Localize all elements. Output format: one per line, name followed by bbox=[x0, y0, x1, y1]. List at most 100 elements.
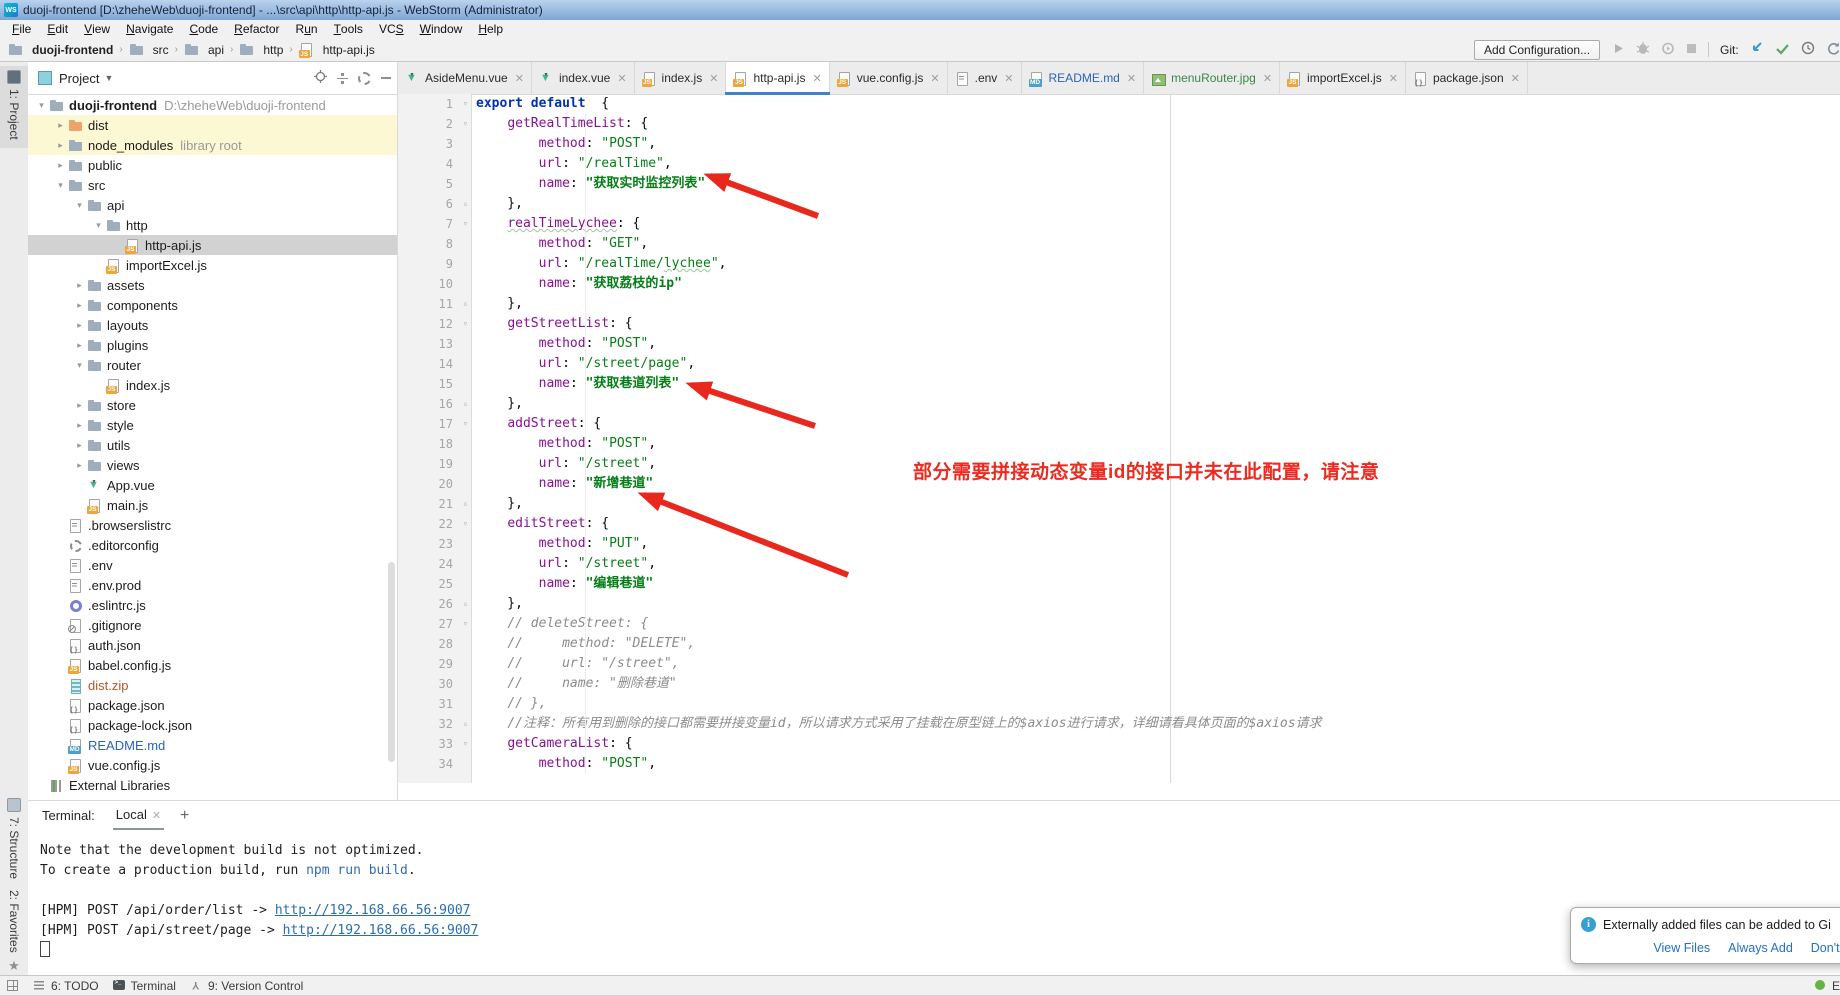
git-update-icon[interactable] bbox=[1750, 41, 1764, 58]
fold-marker-icon[interactable]: ▵ bbox=[463, 294, 468, 314]
notification-action-always-add[interactable]: Always Add bbox=[1728, 941, 1793, 955]
code-line[interactable]: method: "POST", bbox=[476, 334, 1840, 354]
notification-action-don-t-ask-agai[interactable]: Don't Ask Agai bbox=[1811, 941, 1840, 955]
chevron-right-icon[interactable]: ▸ bbox=[72, 440, 87, 451]
code-line[interactable]: name: "获取实时监控列表" bbox=[476, 174, 1840, 194]
chevron-right-icon[interactable]: ▸ bbox=[72, 280, 87, 291]
fold-marker-icon[interactable]: ▵ bbox=[463, 494, 468, 514]
menu-item-edit[interactable]: Edit bbox=[39, 20, 76, 38]
code-line[interactable]: url: "/street", bbox=[476, 554, 1840, 574]
code-line[interactable]: method: "POST", bbox=[476, 134, 1840, 154]
fold-marker-icon[interactable]: ▵ bbox=[463, 594, 468, 614]
tree-row-.env[interactable]: .env bbox=[28, 555, 397, 575]
chevron-down-icon[interactable]: ▾ bbox=[34, 100, 49, 111]
stripe-button-project[interactable]: 1: Project bbox=[0, 66, 28, 148]
tree-row-vue.config.js[interactable]: vue.config.js bbox=[28, 755, 397, 775]
coverage-icon[interactable] bbox=[1661, 42, 1675, 58]
tree-row-.browserslistrc[interactable]: .browserslistrc bbox=[28, 515, 397, 535]
tree-row-importExcel.js[interactable]: importExcel.js bbox=[28, 255, 397, 275]
tree-row-style[interactable]: ▸style bbox=[28, 415, 397, 435]
code-line[interactable]: editStreet: { bbox=[476, 514, 1840, 534]
tree-row-.gitignore[interactable]: .gitignore bbox=[28, 615, 397, 635]
fold-marker-icon[interactable]: ▿ bbox=[463, 94, 468, 114]
hide-panel-icon[interactable] bbox=[381, 77, 391, 79]
chevron-down-icon[interactable]: ▾ bbox=[91, 220, 106, 231]
code-line[interactable]: }, bbox=[476, 194, 1840, 214]
breadcrumb-item-http-api.js[interactable]: http-api.js bbox=[297, 42, 377, 57]
breadcrumb-item-duoji-frontend[interactable]: duoji-frontend bbox=[6, 42, 115, 57]
tree-row-.eslintrc.js[interactable]: .eslintrc.js bbox=[28, 595, 397, 615]
code-line[interactable]: name: "编辑巷道" bbox=[476, 574, 1840, 594]
tab-index.js[interactable]: index.js✕ bbox=[635, 62, 727, 94]
tree-row-main.js[interactable]: main.js bbox=[28, 495, 397, 515]
tree-row-layouts[interactable]: ▸layouts bbox=[28, 315, 397, 335]
statusbar-item-Terminal[interactable]: Terminal bbox=[113, 979, 176, 993]
tree-row-dist.zip[interactable]: dist.zip bbox=[28, 675, 397, 695]
tree-row-plugins[interactable]: ▸plugins bbox=[28, 335, 397, 355]
tree-row-views[interactable]: ▸views bbox=[28, 455, 397, 475]
code-line[interactable]: getCameraList: { bbox=[476, 734, 1840, 754]
close-icon[interactable]: ✕ bbox=[515, 72, 524, 85]
fold-marker-icon[interactable]: ▿ bbox=[463, 314, 468, 334]
statusbar-item-9: Version Control[interactable]: 9: Version Control bbox=[190, 979, 303, 993]
breadcrumb-item-src[interactable]: src bbox=[127, 42, 171, 57]
close-icon[interactable]: ✕ bbox=[1004, 72, 1013, 85]
code-line[interactable]: method: "POST", bbox=[476, 434, 1840, 454]
code-line[interactable]: addStreet: { bbox=[476, 414, 1840, 434]
menu-item-vcs[interactable]: VCS bbox=[371, 20, 412, 38]
fold-marker-icon[interactable]: ▿ bbox=[463, 214, 468, 234]
chevron-right-icon[interactable]: ▸ bbox=[72, 300, 87, 311]
menu-item-view[interactable]: View bbox=[76, 20, 118, 38]
title-bar[interactable]: WS duoji-frontend [D:\zheheWeb\duoji-fro… bbox=[0, 0, 1840, 20]
tree-row-assets[interactable]: ▸assets bbox=[28, 275, 397, 295]
code-line[interactable]: // url: "/street", bbox=[476, 654, 1840, 674]
close-icon[interactable]: ✕ bbox=[152, 810, 161, 822]
stripe-button-favorites[interactable]: 2: Favorites ★ bbox=[0, 890, 28, 974]
chevron-down-icon[interactable]: ▾ bbox=[72, 360, 87, 371]
menu-item-code[interactable]: Code bbox=[181, 20, 226, 38]
fold-marker-icon[interactable]: ▿ bbox=[463, 734, 468, 754]
code-line[interactable]: getStreetList: { bbox=[476, 314, 1840, 334]
tree-row-.editorconfig[interactable]: .editorconfig bbox=[28, 535, 397, 555]
tree-row-utils[interactable]: ▸utils bbox=[28, 435, 397, 455]
code-line[interactable]: }, bbox=[476, 294, 1840, 314]
code-line[interactable]: // }, bbox=[476, 694, 1840, 714]
tree-row-node_modules[interactable]: ▸node_moduleslibrary root bbox=[28, 135, 397, 155]
close-icon[interactable]: ✕ bbox=[709, 72, 718, 85]
menu-item-file[interactable]: File bbox=[4, 20, 39, 38]
close-icon[interactable]: ✕ bbox=[1127, 72, 1136, 85]
notification-balloon[interactable]: i Externally added files can be added to… bbox=[1570, 907, 1840, 964]
close-icon[interactable]: ✕ bbox=[1263, 72, 1272, 85]
close-icon[interactable]: ✕ bbox=[1511, 72, 1520, 85]
tree-row-index.js[interactable]: index.js bbox=[28, 375, 397, 395]
terminal-cursor[interactable] bbox=[40, 941, 50, 957]
chevron-right-icon[interactable]: ▸ bbox=[72, 400, 87, 411]
terminal-link[interactable]: http://192.168.66.56:9007 bbox=[283, 923, 479, 938]
history-clock-icon[interactable] bbox=[1801, 41, 1815, 58]
tab-README.md[interactable]: README.md✕ bbox=[1022, 62, 1145, 94]
tree-row-App.vue[interactable]: App.vue bbox=[28, 475, 397, 495]
locate-file-icon[interactable] bbox=[314, 70, 327, 86]
code-line[interactable]: // name: "删除巷道" bbox=[476, 674, 1840, 694]
tab-.env[interactable]: .env✕ bbox=[948, 62, 1022, 94]
tree-row-src[interactable]: ▾src bbox=[28, 175, 397, 195]
stop-icon[interactable] bbox=[1686, 43, 1697, 57]
chevron-right-icon[interactable]: ▸ bbox=[72, 420, 87, 431]
code-line[interactable]: //注释：所有用到删除的接口都需要拼接变量id，所以请求方式采用了挂载在原型链上… bbox=[476, 714, 1840, 734]
tab-AsideMenu.vue[interactable]: AsideMenu.vue✕ bbox=[398, 62, 532, 94]
code-lines[interactable]: export default { getRealTimeList: { meth… bbox=[476, 94, 1840, 783]
menu-item-window[interactable]: Window bbox=[412, 20, 471, 38]
statusbar-item-grid[interactable] bbox=[6, 980, 19, 991]
code-line[interactable]: name: "获取巷道列表" bbox=[476, 374, 1840, 394]
tree-row-README.md[interactable]: README.md bbox=[28, 735, 397, 755]
run-icon[interactable] bbox=[1612, 42, 1625, 58]
close-icon[interactable]: ✕ bbox=[617, 72, 626, 85]
code-line[interactable]: method: "POST", bbox=[476, 754, 1840, 774]
project-panel-header[interactable]: Project ▼ bbox=[28, 62, 397, 95]
collapse-all-icon[interactable] bbox=[337, 73, 348, 84]
breadcrumb-item-api[interactable]: api bbox=[182, 42, 226, 57]
tree-row-dist[interactable]: ▸dist bbox=[28, 115, 397, 135]
close-icon[interactable]: ✕ bbox=[930, 72, 939, 85]
fold-marker-icon[interactable]: ▿ bbox=[463, 614, 468, 634]
chevron-right-icon[interactable]: ▸ bbox=[53, 160, 68, 171]
